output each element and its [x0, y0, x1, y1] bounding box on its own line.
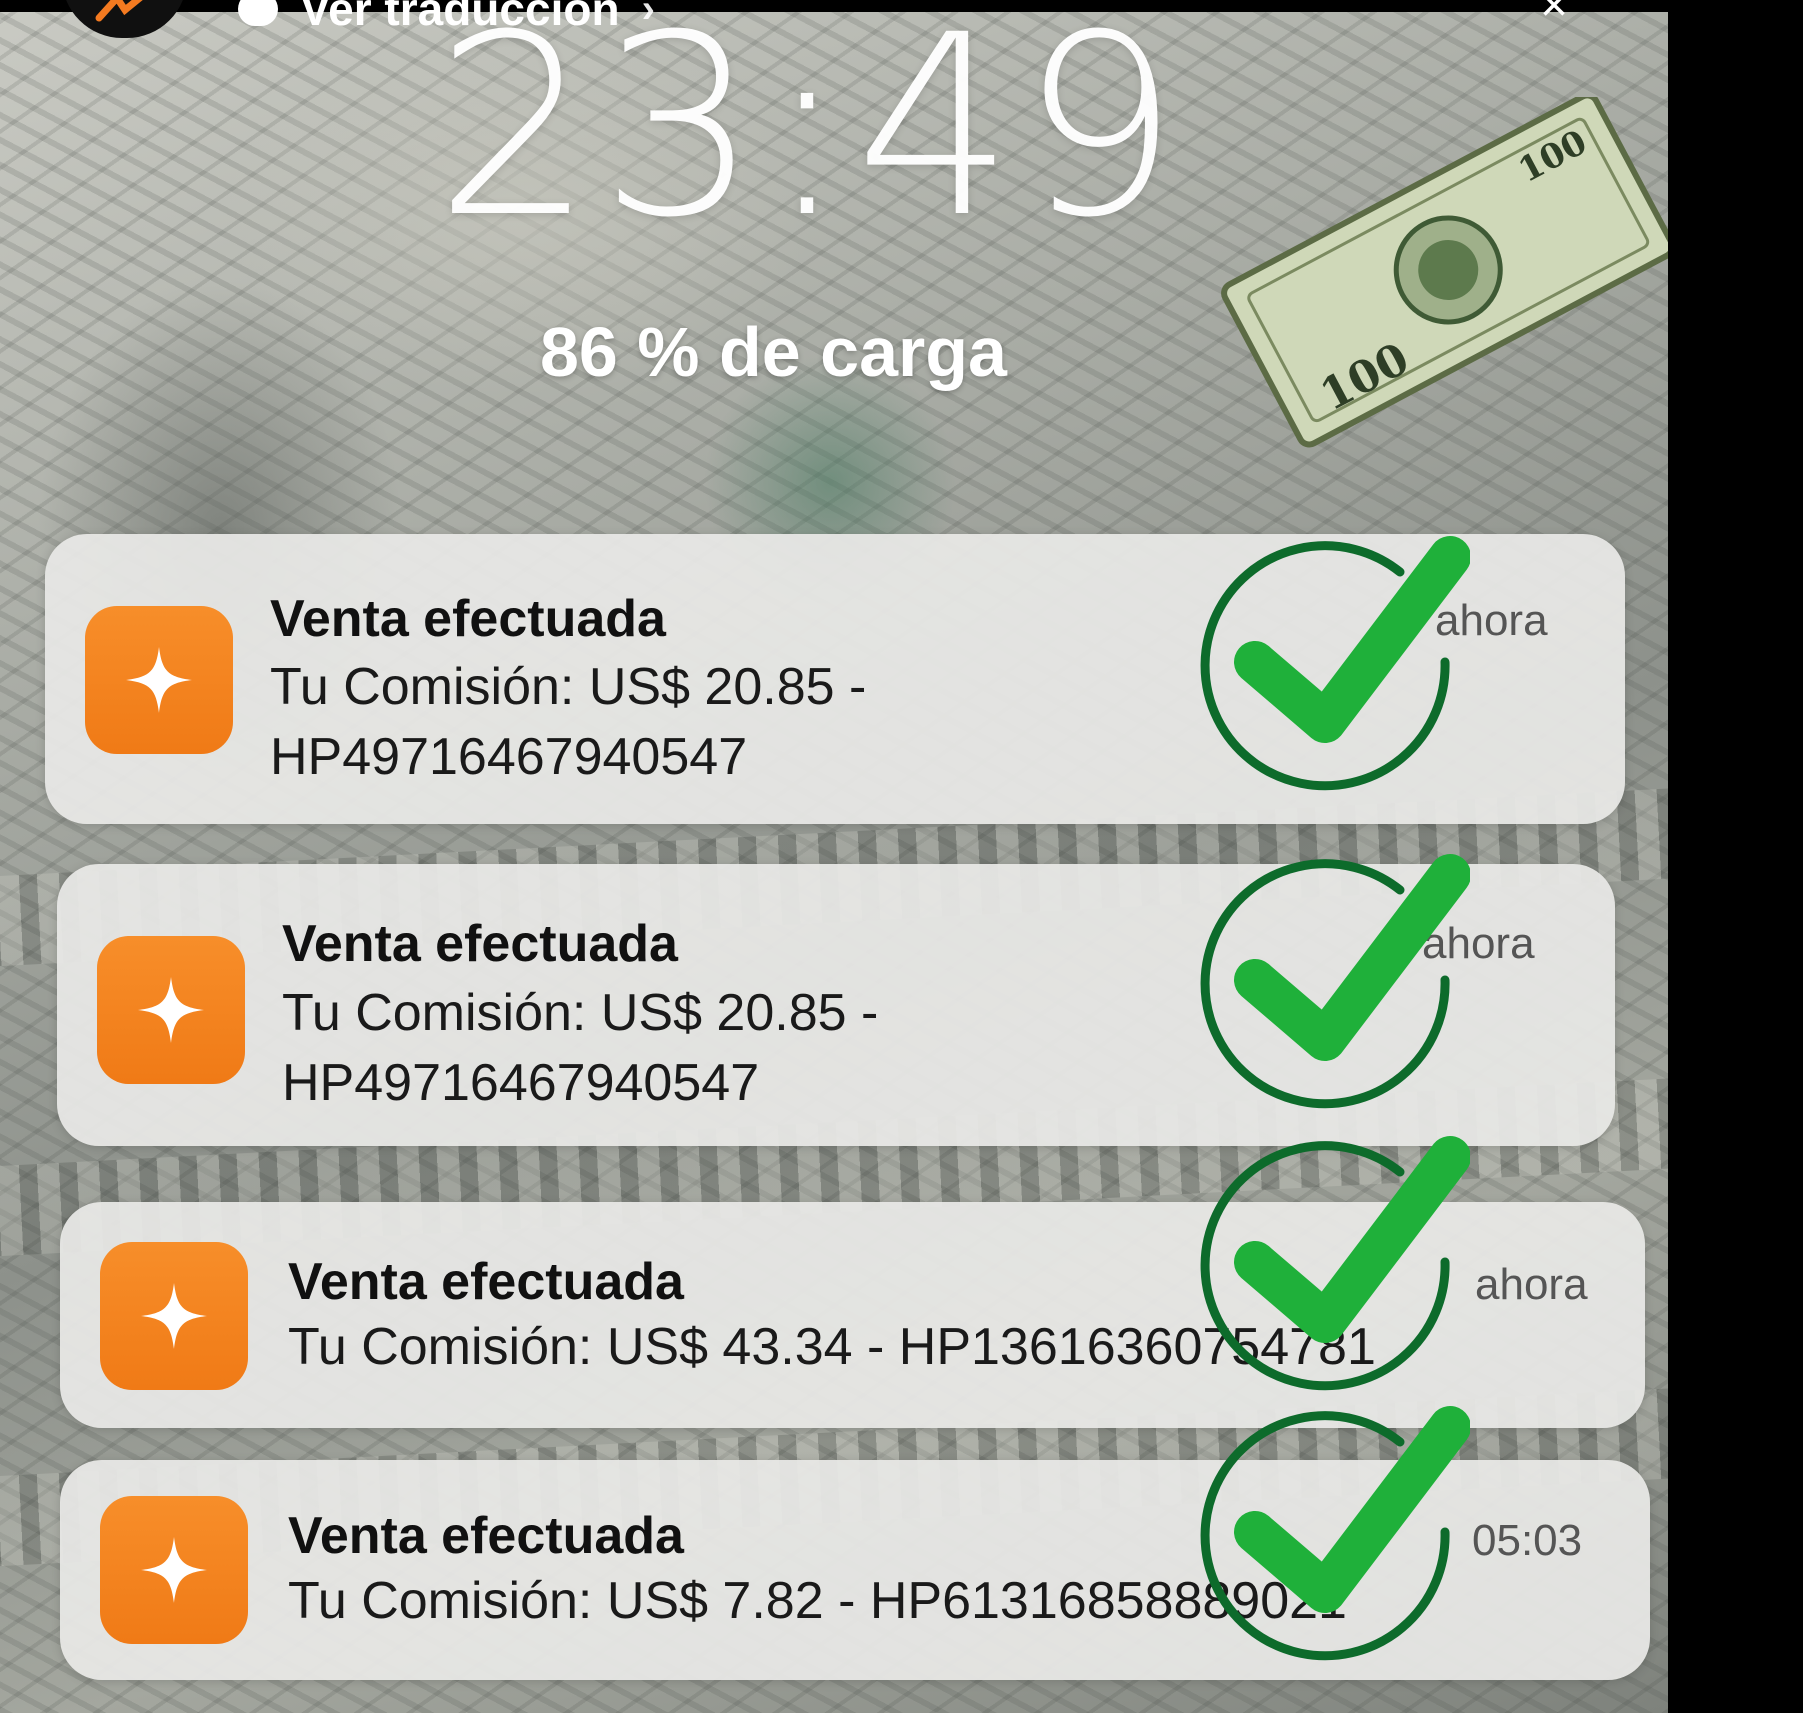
close-icon[interactable]: × — [1540, 0, 1568, 33]
app-icon — [100, 1242, 248, 1390]
notification-time: ahora — [1475, 1260, 1588, 1309]
app-icon — [100, 1496, 248, 1644]
chevron-right-icon: › — [641, 0, 655, 31]
checkmark-icon — [1200, 536, 1470, 791]
checkmark-icon — [1200, 1136, 1470, 1391]
notification-body-line2: HP49716467940547 — [282, 1054, 760, 1112]
notification-time: 05:03 — [1472, 1516, 1583, 1565]
lockscreen-clock: 23:49 — [434, 12, 1186, 272]
notification-body-line1: Tu Comisión: US$ 7.82 - HP613168588​8902… — [288, 1572, 1347, 1630]
avatar-logo-icon — [95, 0, 143, 22]
translate-label: Ver traducción — [300, 0, 620, 35]
app-icon — [97, 936, 245, 1084]
speech-bubble-icon — [238, 0, 278, 26]
notification-title: Venta efectuada — [282, 915, 678, 973]
charge-status: 86 % de carga — [540, 313, 1007, 391]
sparkle-icon — [141, 1537, 207, 1603]
money-bill-sticker: 100 100 — [1221, 97, 1668, 448]
app-icon — [85, 606, 233, 754]
notification-title: Venta efectuada — [270, 590, 666, 648]
story-top-bar: Ver traducción › × — [0, 0, 1668, 40]
notification-body-line1: Tu Comisión: US$ 20.85 - — [270, 658, 867, 716]
checkmark-icon — [1200, 854, 1470, 1109]
notification-title: Venta efectuada — [288, 1253, 684, 1311]
story-avatar[interactable] — [62, 0, 187, 38]
sparkle-icon — [141, 1283, 207, 1349]
translate-button[interactable]: Ver traducción › — [238, 0, 655, 36]
notification-title: Venta efectuada — [288, 1507, 684, 1565]
checkmark-icon — [1200, 1406, 1470, 1661]
story-screen: 23:49 86 % de carga 100 100 Venta efectu… — [0, 12, 1668, 1713]
notification-body-line2: HP49716467940547 — [270, 728, 748, 786]
sparkle-icon — [138, 977, 204, 1043]
notification-body-line1: Tu Comisión: US$ 20.85 - — [282, 984, 879, 1042]
sparkle-icon — [126, 647, 192, 713]
